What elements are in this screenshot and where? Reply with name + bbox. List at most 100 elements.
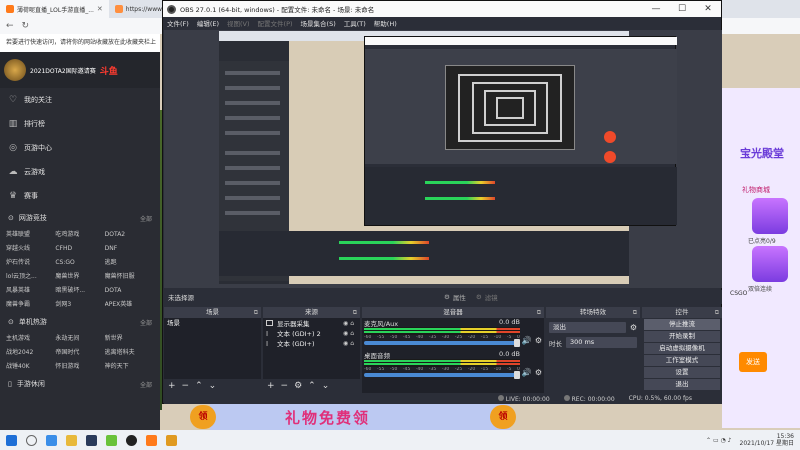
more-link[interactable]: 全部 xyxy=(140,214,152,223)
category-item[interactable]: 魔兽世界 xyxy=(55,270,104,284)
close-icon[interactable]: ✕ xyxy=(695,4,721,14)
transition-select[interactable]: 淡出 xyxy=(549,322,626,333)
gear-icon[interactable]: ⚙ xyxy=(630,323,637,332)
move-down-icon[interactable]: ⌄ xyxy=(322,381,330,391)
undock-icon[interactable]: ⧉ xyxy=(537,307,541,318)
category-item[interactable]: 永劫无间 xyxy=(55,332,104,346)
edge-icon[interactable] xyxy=(46,434,57,446)
category-item[interactable]: 英雄联盟 xyxy=(6,228,55,242)
category-item[interactable]: 暗黑破坏... xyxy=(55,284,104,298)
visibility-lock-icon[interactable]: ◉ ⌂ xyxy=(343,340,354,347)
send-button[interactable]: 发送 xyxy=(739,352,767,372)
category-item[interactable]: 帝国时代 xyxy=(55,346,104,360)
add-icon[interactable]: + xyxy=(168,381,176,391)
back-icon[interactable]: ← xyxy=(6,21,14,31)
app-icon[interactable] xyxy=(166,434,177,446)
obs-preview[interactable] xyxy=(164,30,722,288)
start-recording-button[interactable]: 开始录制 xyxy=(644,331,720,342)
category-item[interactable]: DOTA2 xyxy=(105,228,154,242)
douyu-taskbar-icon[interactable] xyxy=(146,434,157,446)
speaker-icon[interactable]: 🔊 xyxy=(522,368,532,377)
undock-icon[interactable]: ⧉ xyxy=(715,307,719,318)
douyu-logo[interactable]: 斗鱼 xyxy=(100,64,118,77)
gear-icon[interactable]: ⚙ xyxy=(535,336,542,345)
remove-icon[interactable]: − xyxy=(281,381,289,391)
category-item[interactable]: 战地2042 xyxy=(6,346,55,360)
source-item[interactable]: Ⅰ 文本 (GDI+) ◉ ⌂ xyxy=(263,338,360,349)
category-item[interactable]: 逃跑 xyxy=(105,256,154,270)
search-icon[interactable] xyxy=(26,434,37,446)
category-item[interactable]: 风暴英雄 xyxy=(6,284,55,298)
sidebar-item-cloud[interactable]: ☁ 云游戏 xyxy=(0,160,160,184)
studio-mode-button[interactable]: 工作室模式 xyxy=(644,355,720,366)
category-item[interactable]: 魔兽怀旧服 xyxy=(105,270,154,284)
sidebar-item-games[interactable]: ◎ 页游中心 xyxy=(0,136,160,160)
category-item[interactable]: DNF xyxy=(105,242,154,256)
undock-icon[interactable]: ⧉ xyxy=(633,307,637,318)
add-icon[interactable]: + xyxy=(267,381,275,391)
source-item[interactable]: 显示器采集 ◉ ⌂ xyxy=(263,318,360,328)
steam-icon[interactable] xyxy=(86,434,97,446)
category-item[interactable]: 战锤40K xyxy=(6,360,55,374)
category-item[interactable]: 神的天下 xyxy=(105,360,154,374)
category-item[interactable]: 吃鸡游戏 xyxy=(55,228,104,242)
duration-input[interactable]: 300 ms xyxy=(566,337,637,348)
app-icon[interactable] xyxy=(106,434,117,446)
sidebar-item-follow[interactable]: ♡ 我的关注 xyxy=(0,88,160,112)
menu-scene-collection[interactable]: 场景集合(S) xyxy=(301,18,336,28)
close-icon[interactable]: ✕ xyxy=(97,5,103,13)
claim-badge[interactable]: 领 xyxy=(490,405,516,429)
visibility-lock-icon[interactable]: ◉ ⌂ xyxy=(343,330,354,337)
category-item[interactable]: 新世界 xyxy=(105,332,154,346)
category-item[interactable]: 主机游戏 xyxy=(6,332,55,346)
move-down-icon[interactable]: ⌄ xyxy=(209,381,217,391)
settings-button[interactable]: 设置 xyxy=(644,367,720,378)
slider-handle[interactable] xyxy=(514,339,520,347)
browser-tab-1[interactable]: 薄荷呢直播_LOL手游直播_... ✕ xyxy=(0,0,109,18)
obs-taskbar-icon[interactable] xyxy=(126,434,137,446)
tray-icons[interactable]: ⌃ ▭ ◔ ♪ xyxy=(706,437,731,444)
event-logo-icon[interactable] xyxy=(4,59,26,81)
sidebar-item-events[interactable]: ♛ 赛事 xyxy=(0,184,160,208)
maximize-icon[interactable]: ☐ xyxy=(669,4,695,14)
category-item[interactable]: 怀旧游戏 xyxy=(55,360,104,374)
claim-badge[interactable]: 领 xyxy=(190,405,216,429)
volume-slider[interactable] xyxy=(364,339,520,347)
start-virtual-camera-button[interactable]: 启动虚拟摄像机 xyxy=(644,343,720,354)
volume-slider[interactable] xyxy=(364,371,520,379)
menu-profile[interactable]: 配置文件(P) xyxy=(258,18,293,28)
category-item[interactable]: 魔兽争霸 xyxy=(6,298,55,312)
sidebar-item-rank[interactable]: ▥ 排行榜 xyxy=(0,112,160,136)
menu-edit[interactable]: 编辑(E) xyxy=(197,18,219,28)
source-item[interactable]: Ⅰ 文本 (GDI+) 2 ◉ ⌂ xyxy=(263,328,360,339)
category-item[interactable]: 剑网3 xyxy=(55,298,104,312)
move-up-icon[interactable]: ⌃ xyxy=(308,381,316,391)
gift-icon[interactable] xyxy=(752,198,788,234)
speaker-icon[interactable]: 🔊 xyxy=(522,336,532,345)
category-item[interactable]: 逃离塔科夫 xyxy=(105,346,154,360)
filters-button[interactable]: ⚙ 滤镜 xyxy=(476,292,498,302)
visibility-lock-icon[interactable]: ◉ ⌂ xyxy=(343,320,354,327)
stop-streaming-button[interactable]: 停止推流 xyxy=(644,319,720,330)
menu-view[interactable]: 视图(V) xyxy=(227,18,250,28)
more-link[interactable]: 全部 xyxy=(140,380,152,389)
category-item[interactable]: DOTA xyxy=(105,284,154,298)
menu-tools[interactable]: 工具(T) xyxy=(344,18,366,28)
category-item[interactable]: CFHD xyxy=(55,242,104,256)
undock-icon[interactable]: ⧉ xyxy=(353,307,357,318)
menu-file[interactable]: 文件(F) xyxy=(167,18,189,28)
exit-button[interactable]: 退出 xyxy=(644,379,720,390)
category-item[interactable]: 炉石传说 xyxy=(6,256,55,270)
system-clock[interactable]: 15:36 2021/10/17 星期日 xyxy=(740,433,795,447)
minimize-icon[interactable]: — xyxy=(643,4,669,14)
scene-item[interactable]: 场景 xyxy=(164,318,261,328)
category-item[interactable]: 穿越火线 xyxy=(6,242,55,256)
undock-icon[interactable]: ⧉ xyxy=(254,307,258,318)
gear-icon[interactable]: ⚙ xyxy=(535,368,542,377)
properties-button[interactable]: ⚙ 属性 xyxy=(444,292,466,302)
windows-start-icon[interactable] xyxy=(6,434,17,446)
category-item[interactable]: lol云顶之... xyxy=(6,270,55,284)
category-item[interactable]: CS:GO xyxy=(55,256,104,270)
folder-icon[interactable] xyxy=(66,434,77,446)
remove-icon[interactable]: − xyxy=(182,381,190,391)
